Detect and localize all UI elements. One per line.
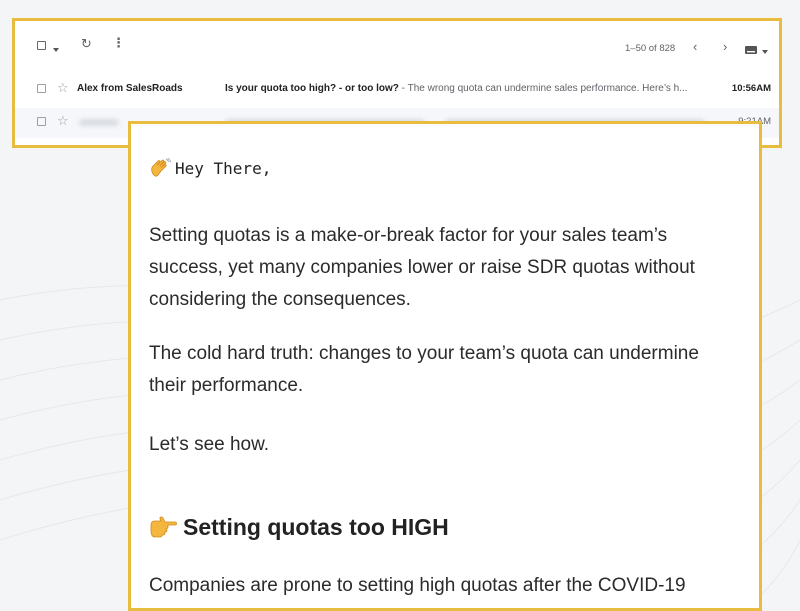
paragraph-intro: Setting quotas is a make-or-break factor… <box>149 225 695 310</box>
star-icon[interactable]: ☆ <box>57 80 69 96</box>
email-row[interactable]: ☆ Alex from SalesRoads Is your quota too… <box>15 75 779 105</box>
greeting-line: Hey There, <box>149 158 271 178</box>
email-sender: Alex from SalesRoads <box>77 83 183 94</box>
select-all-checkbox[interactable] <box>37 39 46 53</box>
waving-hand-icon <box>151 158 171 177</box>
more-options-icon[interactable]: ⋮ <box>112 36 125 50</box>
pointing-hand-icon <box>150 516 177 538</box>
pagination-count: 1–50 of 828 <box>625 43 676 54</box>
email-time: 10:56AM <box>731 83 771 94</box>
keyboard-icon <box>745 46 757 54</box>
star-icon[interactable]: ☆ <box>57 113 69 129</box>
section-heading: Setting quotas too HIGH <box>149 514 449 541</box>
blurred-sender <box>79 119 119 126</box>
greeting-text: Hey There, <box>175 159 272 178</box>
input-tools-button[interactable] <box>745 43 757 57</box>
caret-down-icon <box>762 49 768 54</box>
section-heading-text: Setting quotas too HIGH <box>183 514 449 540</box>
email-subject-line: Is your quota too high? - or too low? - … <box>225 83 688 94</box>
select-dropdown-button[interactable] <box>53 42 59 56</box>
paragraph-companies: Companies are prone to setting high quot… <box>149 575 686 596</box>
row-checkbox[interactable] <box>37 84 46 93</box>
next-page-icon[interactable]: › <box>723 40 727 54</box>
prev-page-icon[interactable]: ‹ <box>693 40 697 54</box>
paragraph-truth: The cold hard truth: changes to your tea… <box>149 343 699 396</box>
input-tools-dropdown[interactable] <box>762 44 768 58</box>
row-checkbox[interactable] <box>37 117 46 126</box>
caret-down-icon <box>53 47 59 52</box>
inbox-toolbar: ↻ ⋮ 1–50 of 828 ‹ › <box>15 21 779 71</box>
email-snippet: - The wrong quota can undermine sales pe… <box>398 83 688 94</box>
email-body-card: Hey There, Setting quotas is a make-or-b… <box>128 121 762 611</box>
refresh-icon[interactable]: ↻ <box>81 37 92 51</box>
checkbox-icon <box>37 41 46 50</box>
email-subject: Is your quota too high? - or too low? <box>225 83 399 94</box>
paragraph-lets-see: Let’s see how. <box>149 434 270 455</box>
